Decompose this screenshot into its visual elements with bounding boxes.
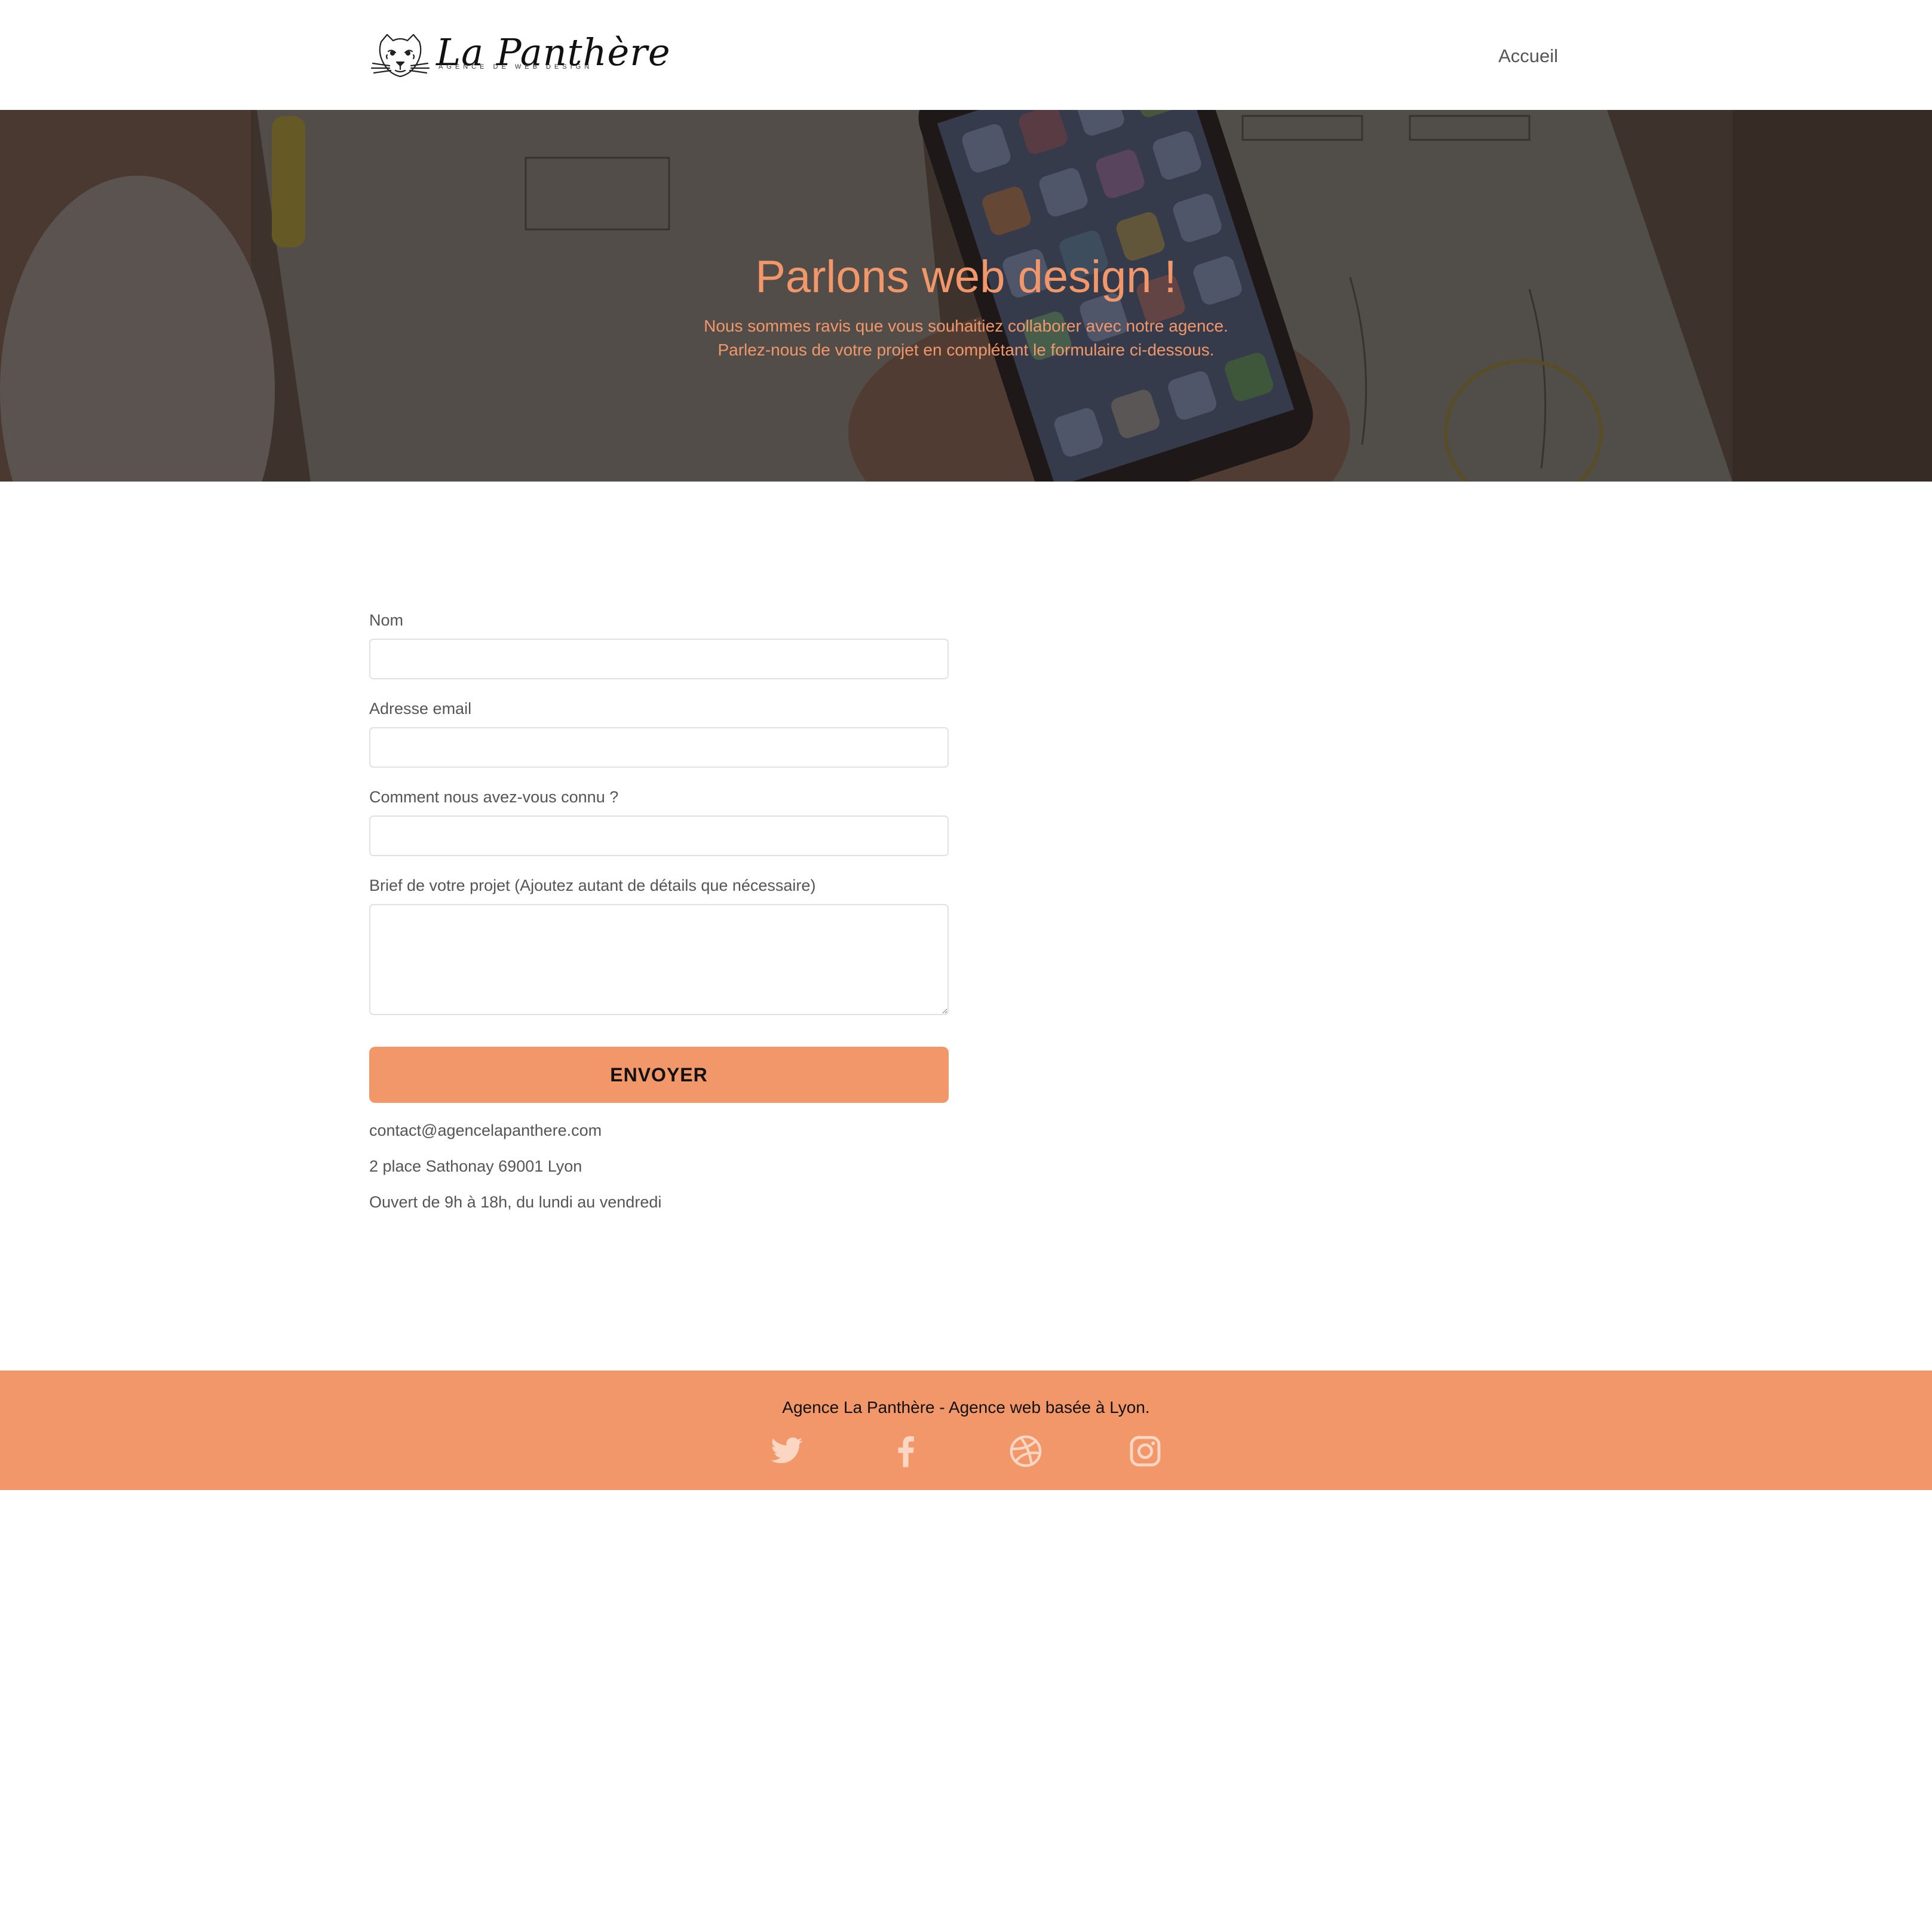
site-footer: Agence La Panthère - Agence web basée à … (0, 1371, 1932, 1490)
email-input[interactable] (369, 727, 949, 768)
site-header: La Panthère AGENCE DE WEB DESIGN Accueil (0, 0, 1932, 110)
hero-subtitle-line-2: Parlez-nous de votre projet en complétan… (717, 341, 1215, 359)
facebook-link[interactable] (888, 1433, 925, 1470)
dribbble-icon (1010, 1435, 1042, 1467)
referral-field-group: Comment nous avez-vous connu ? (369, 786, 949, 856)
name-field-group: Nom (369, 609, 949, 679)
referral-input[interactable] (369, 816, 949, 856)
footer-text: Agence La Panthère - Agence web basée à … (782, 1398, 1150, 1417)
brief-field-group: Brief de votre projet (Ajoutez autant de… (369, 875, 949, 1015)
email-field-group: Adresse email (369, 698, 949, 768)
dribbble-link[interactable] (1007, 1433, 1044, 1470)
twitter-link[interactable] (768, 1433, 805, 1470)
instagram-link[interactable] (1127, 1433, 1164, 1470)
brief-label: Brief de votre projet (Ajoutez autant de… (369, 876, 816, 894)
panther-head-icon (370, 33, 430, 78)
nav-link-accueil[interactable]: Accueil (1498, 45, 1558, 67)
twitter-icon (771, 1437, 803, 1464)
contact-hours: Ouvert de 9h à 18h, du lundi au vendredi (369, 1193, 662, 1211)
contact-address: 2 place Sathonay 69001 Lyon (369, 1157, 582, 1175)
name-input[interactable] (369, 639, 949, 679)
hero-banner: Parlons web design ! Nous sommes ravis q… (0, 110, 1932, 482)
hero-title: Parlons web design ! (755, 252, 1177, 302)
email-label: Adresse email (369, 700, 472, 718)
referral-label: Comment nous avez-vous connu ? (369, 788, 619, 806)
brief-textarea[interactable] (369, 904, 949, 1015)
instagram-icon (1130, 1436, 1161, 1467)
logo[interactable]: La Panthère AGENCE DE WEB DESIGN (369, 29, 671, 84)
facebook-icon (898, 1436, 915, 1467)
submit-button[interactable]: ENVOYER (369, 1047, 949, 1103)
contact-email: contact@agencelapanthere.com (369, 1121, 602, 1139)
hero-subtitle-line-1: Nous sommes ravis que vous souhaitiez co… (704, 317, 1228, 335)
logo-tagline: AGENCE DE WEB DESIGN (438, 63, 593, 70)
logo-text: La Panthère AGENCE DE WEB DESIGN (436, 29, 671, 84)
name-label: Nom (369, 611, 404, 629)
